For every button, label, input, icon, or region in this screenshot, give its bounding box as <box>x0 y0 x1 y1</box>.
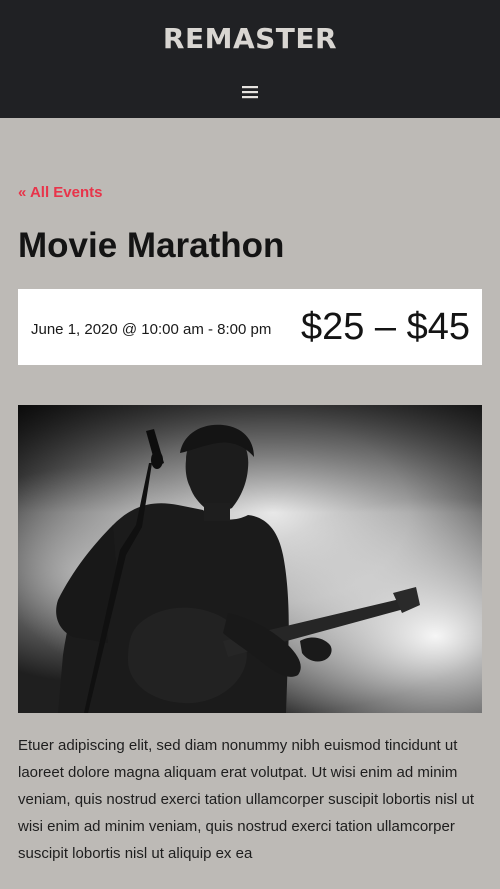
event-price: $25 – $45 <box>300 305 470 348</box>
event-datetime: June 1, 2020 @ 10:00 am - 8:00 pm <box>31 320 272 338</box>
event-description: Etuer adipiscing elit, sed diam nonummy … <box>18 737 475 862</box>
site-header: REMASTER <box>0 0 500 118</box>
event-meta-box: June 1, 2020 @ 10:00 am - 8:00 pm $25 – … <box>18 289 482 365</box>
event-image <box>18 405 482 713</box>
all-events-link[interactable]: « All Events <box>18 184 102 201</box>
site-title[interactable]: REMASTER <box>0 22 500 55</box>
hamburger-menu-icon[interactable] <box>238 80 262 104</box>
event-title: Movie Marathon <box>18 226 285 265</box>
